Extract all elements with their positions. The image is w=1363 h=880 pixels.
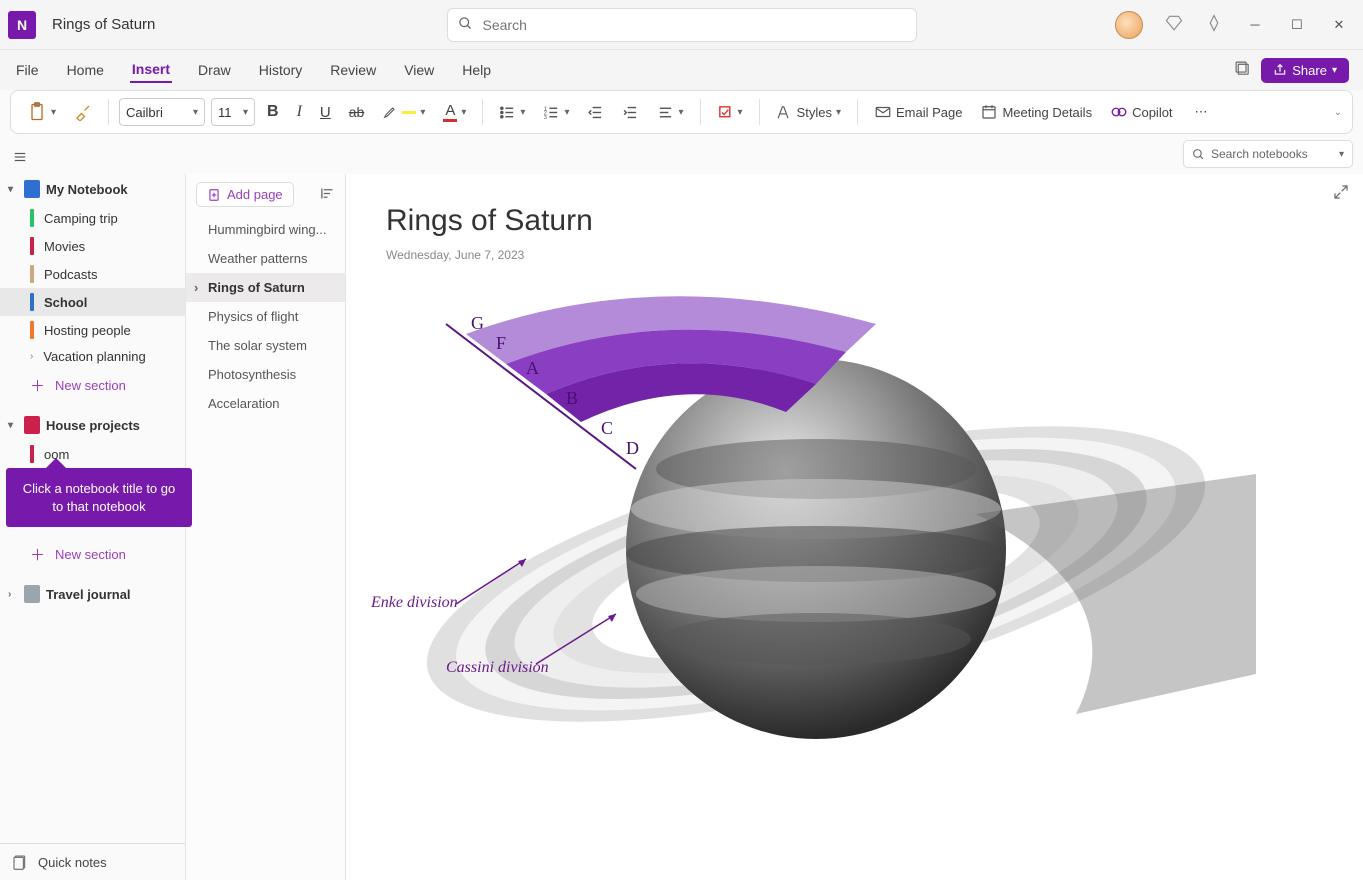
ribbon-collapse-icon[interactable]: ⌄ xyxy=(1334,107,1342,118)
section-camping-trip[interactable]: Camping trip xyxy=(0,204,185,232)
page-item[interactable]: Accelaration xyxy=(186,389,345,418)
email-page-button[interactable]: Email Page xyxy=(868,99,968,125)
coach-tooltip: Click a notebook title to go to that not… xyxy=(6,468,192,527)
notebook-header-my-notebook[interactable]: ▾ My Notebook xyxy=(0,174,185,204)
search-box[interactable] xyxy=(447,8,917,42)
notebook-icon xyxy=(24,180,40,198)
italic-button[interactable]: I xyxy=(291,99,308,125)
underline-button[interactable]: U xyxy=(314,100,337,125)
page-item-selected[interactable]: Rings of Saturn xyxy=(186,273,345,302)
page-item[interactable]: Physics of flight xyxy=(186,302,345,331)
paste-button[interactable]: ▾ xyxy=(21,98,62,126)
paragraph-align-button[interactable]: ▾ xyxy=(651,100,689,125)
maximize-button[interactable]: ☐ xyxy=(1287,15,1307,35)
menu-draw[interactable]: Draw xyxy=(196,58,233,82)
menu-home[interactable]: Home xyxy=(65,58,106,82)
ring-label-g: G xyxy=(471,313,484,333)
bold-button[interactable]: B xyxy=(261,99,285,125)
main-area: ▾ My Notebook Camping trip Movies Podcas… xyxy=(0,174,1363,880)
notebook-sidebar: ▾ My Notebook Camping trip Movies Podcas… xyxy=(0,174,186,880)
saturn-illustration: G F A B C D Enke division Cassini divisi… xyxy=(376,294,1276,814)
section-school[interactable]: School xyxy=(0,288,185,316)
page-item[interactable]: Photosynthesis xyxy=(186,360,345,389)
page-title[interactable]: Rings of Saturn xyxy=(386,204,1323,238)
notebook-icon xyxy=(24,416,40,434)
svg-text:3: 3 xyxy=(544,114,547,120)
font-color-button[interactable]: A▾ xyxy=(437,98,472,126)
menu-history[interactable]: History xyxy=(257,58,305,82)
app-icon: N xyxy=(8,11,36,39)
outdent-button[interactable] xyxy=(581,100,610,125)
pen-tip-icon[interactable] xyxy=(1205,14,1223,35)
nav-toggle-icon[interactable] xyxy=(0,144,28,167)
section-hosting-people[interactable]: Hosting people xyxy=(0,316,185,344)
font-family-select[interactable]: Cailbri▾ xyxy=(119,98,205,126)
page-item[interactable]: Weather patterns xyxy=(186,244,345,273)
search-notebooks-input[interactable]: Search notebooks ▾ xyxy=(1183,140,1353,168)
notebook-header-travel-journal[interactable]: › Travel journal xyxy=(0,579,185,609)
share-button[interactable]: Share ▾ xyxy=(1261,58,1349,83)
menu-help[interactable]: Help xyxy=(460,58,493,82)
tag-button[interactable]: ▾ xyxy=(711,100,749,125)
styles-button[interactable]: Styles▾ xyxy=(770,100,847,125)
section-vacation-planning[interactable]: ›Vacation planning xyxy=(0,344,185,369)
font-size-select[interactable]: 11▾ xyxy=(211,98,255,126)
meeting-details-button[interactable]: Meeting Details xyxy=(974,99,1098,125)
user-avatar[interactable] xyxy=(1115,11,1143,39)
ring-label-f: F xyxy=(496,333,506,353)
indent-button[interactable] xyxy=(616,100,645,125)
share-label: Share xyxy=(1292,63,1327,78)
annotation-cassini: Cassini division xyxy=(446,659,549,677)
more-options-button[interactable]: ⋯ xyxy=(1189,100,1214,124)
page-item[interactable]: The solar system xyxy=(186,331,345,360)
diamond-icon[interactable] xyxy=(1165,14,1183,35)
section-room[interactable]: oom xyxy=(0,440,185,468)
page-date: Wednesday, June 7, 2023 xyxy=(386,248,1323,262)
search-input[interactable] xyxy=(483,17,906,33)
format-painter-button[interactable] xyxy=(68,99,98,125)
search-icon xyxy=(458,16,473,34)
minimize-button[interactable]: ─ xyxy=(1245,15,1265,35)
highlight-button[interactable]: ▾ xyxy=(376,100,431,124)
sort-pages-icon[interactable] xyxy=(320,186,335,204)
menu-bar: File Home Insert Draw History Review Vie… xyxy=(0,50,1363,90)
numbered-list-button[interactable]: 123▾ xyxy=(537,100,575,125)
quick-notes-button[interactable]: Quick notes xyxy=(0,843,185,880)
menu-file[interactable]: File xyxy=(14,58,41,82)
annotation-enke: Enke division xyxy=(371,594,458,612)
copilot-button[interactable]: Copilot xyxy=(1104,99,1178,125)
bulleted-list-button[interactable]: ▾ xyxy=(493,100,531,125)
title-bar: N Rings of Saturn ─ ☐ ✕ xyxy=(0,0,1363,50)
menu-review[interactable]: Review xyxy=(328,58,378,82)
notebook-header-house-projects[interactable]: ▾ House projects xyxy=(0,410,185,440)
new-section-button[interactable]: ＋New section xyxy=(0,369,185,402)
add-page-button[interactable]: Add page xyxy=(196,182,294,207)
close-button[interactable]: ✕ xyxy=(1329,15,1349,35)
ribbon-toolbar: ▾ Cailbri▾ 11▾ B I U ab ▾ A▾ ▾ 123▾ ▾ ▾ … xyxy=(10,90,1353,134)
notebook-icon xyxy=(24,585,40,603)
strikethrough-button[interactable]: ab xyxy=(343,100,371,124)
menu-view[interactable]: View xyxy=(402,58,436,82)
page-item[interactable]: Hummingbird wing... xyxy=(186,215,345,244)
open-in-new-window-icon[interactable] xyxy=(1234,60,1251,80)
section-movies[interactable]: Movies xyxy=(0,232,185,260)
section-podcasts[interactable]: Podcasts xyxy=(0,260,185,288)
document-title: Rings of Saturn xyxy=(52,16,155,33)
new-section-button-2[interactable]: ＋New section xyxy=(0,538,185,571)
menu-insert[interactable]: Insert xyxy=(130,57,172,83)
page-canvas[interactable]: Rings of Saturn Wednesday, June 7, 2023 xyxy=(346,174,1363,880)
ring-label-a: A xyxy=(526,358,539,378)
ring-label-b: B xyxy=(566,388,578,408)
ring-label-c: C xyxy=(601,418,613,438)
ring-label-d: D xyxy=(626,438,639,458)
expand-canvas-icon[interactable] xyxy=(1333,184,1349,203)
pages-panel: Add page Hummingbird wing... Weather pat… xyxy=(186,174,346,880)
